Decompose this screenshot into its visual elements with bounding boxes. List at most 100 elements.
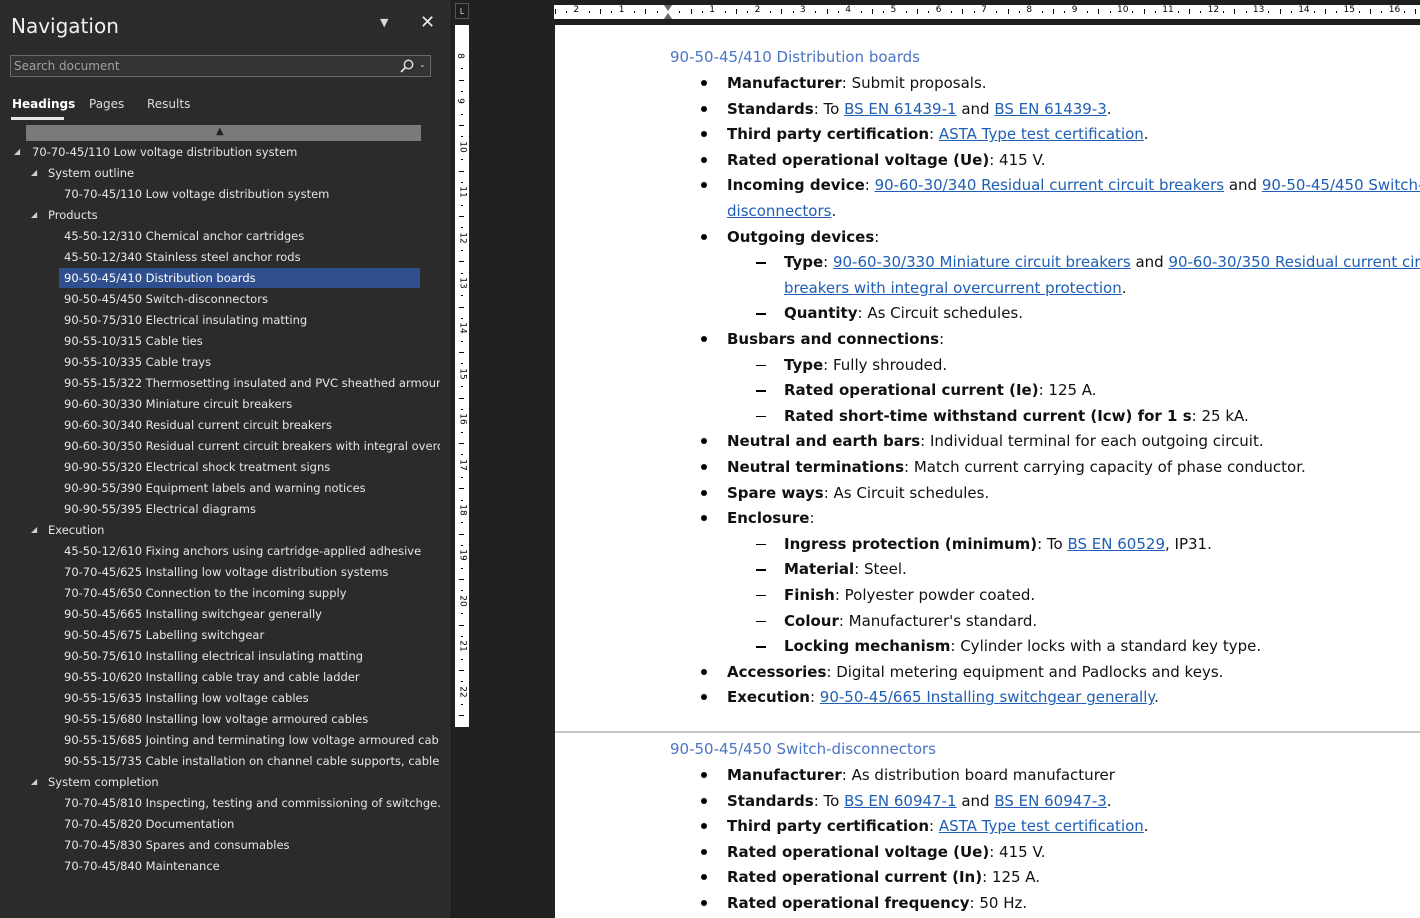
tree-item[interactable]: 70-70-45/650 Connection to the incoming … <box>0 583 440 603</box>
document-link[interactable]: disconnectors <box>727 202 831 220</box>
expand-collapse-icon[interactable]: ◢ <box>31 520 37 540</box>
list-item[interactable]: Third party certification: ASTA Type tes… <box>727 124 1149 144</box>
expand-collapse-icon[interactable]: ◢ <box>14 142 20 162</box>
tree-item[interactable]: 90-55-15/735 Cable installation on chann… <box>0 751 440 771</box>
vertical-ruler[interactable]: 8 9 10 11 12 13 14 15 16 17 18 19 20 21 22 <box>455 25 469 727</box>
document-link[interactable]: BS EN 60529 <box>1067 535 1165 553</box>
list-item[interactable]: Neutral and earth bars: Individual termi… <box>727 431 1264 451</box>
tree-item[interactable]: 70-70-45/820 Documentation <box>0 814 440 834</box>
tree-item[interactable]: 90-50-45/665 Installing switchgear gener… <box>0 604 440 624</box>
tree-item[interactable]: 90-50-45/675 Labelling switchgear <box>0 625 440 645</box>
search-icon[interactable] <box>399 58 415 74</box>
list-item[interactable]: Standards: To BS EN 60947-1 and BS EN 60… <box>727 791 1112 811</box>
scroll-to-top-button[interactable]: ▲ <box>26 125 421 141</box>
document-link[interactable]: 90-60-30/340 Residual current circuit br… <box>875 176 1225 194</box>
tree-item[interactable]: 90-55-15/635 Installing low voltage cabl… <box>0 688 440 708</box>
tree-item[interactable]: 70-70-45/810 Inspecting, testing and com… <box>0 793 440 813</box>
tree-group[interactable]: Execution ◢ <box>0 520 440 540</box>
section-heading[interactable]: 90-50-45/410 Distribution boards <box>670 48 920 66</box>
list-item[interactable]: Manufacturer: Submit proposals. <box>727 73 987 93</box>
tree-item[interactable]: 90-90-55/390 Equipment labels and warnin… <box>0 478 440 498</box>
tree-item[interactable]: 90-60-30/350 Residual current circuit br… <box>0 436 440 456</box>
list-item[interactable]: Third party certification: ASTA Type tes… <box>727 816 1149 836</box>
tab-headings[interactable]: Headings <box>12 97 75 111</box>
list-item[interactable]: Outgoing devices: <box>727 227 879 247</box>
document-link[interactable]: BS EN 61439-3 <box>994 100 1106 118</box>
list-item[interactable]: Busbars and connections: <box>727 329 944 349</box>
tree-item[interactable]: 90-50-45/410 Distribution boards <box>59 268 420 288</box>
search-box[interactable]: ⌄ <box>10 55 431 77</box>
tree-item[interactable]: 90-90-55/395 Electrical diagrams <box>0 499 440 519</box>
list-item[interactable]: Locking mechanism: Cylinder locks with a… <box>784 636 1261 656</box>
expand-collapse-icon[interactable]: ◢ <box>31 772 37 792</box>
tree-item[interactable]: 90-55-10/335 Cable trays <box>0 352 440 372</box>
document-link[interactable]: ASTA Type test certification <box>939 817 1144 835</box>
list-item[interactable]: Rated short-time withstand current (Icw)… <box>784 406 1249 426</box>
search-options-chevron-down-icon[interactable]: ⌄ <box>419 60 426 69</box>
expand-collapse-icon[interactable]: ◢ <box>31 163 37 183</box>
tree-group[interactable]: 70-70-45/110 Low voltage distribution sy… <box>0 142 440 162</box>
tab-selector[interactable]: L <box>455 3 469 19</box>
tree-item[interactable]: 70-70-45/110 Low voltage distribution sy… <box>0 184 440 204</box>
list-item[interactable]: Rated operational frequency: 50 Hz. <box>727 893 1027 913</box>
tree-item[interactable]: 70-70-45/625 Installing low voltage dist… <box>0 562 440 582</box>
search-input[interactable] <box>14 58 394 74</box>
tree-item[interactable]: 90-60-30/340 Residual current circuit br… <box>0 415 440 435</box>
list-item[interactable]: Rated operational voltage (Ue): 415 V. <box>727 150 1046 170</box>
list-item[interactable]: Execution: 90-50-45/665 Installing switc… <box>727 687 1159 707</box>
pane-options-chevron-down-icon[interactable]: ▼ <box>380 16 388 29</box>
list-item[interactable]: Quantity: As Circuit schedules. <box>784 303 1023 323</box>
list-item[interactable]: Accessories: Digital metering equipment … <box>727 662 1223 682</box>
list-item[interactable]: Colour: Manufacturer's standard. <box>784 611 1037 631</box>
list-item[interactable]: Standards: To BS EN 61439-1 and BS EN 61… <box>727 99 1112 119</box>
tree-item[interactable]: 90-50-75/310 Electrical insulating matti… <box>0 310 440 330</box>
list-item[interactable]: Material: Steel. <box>784 559 907 579</box>
document-link[interactable]: 90-60-30/350 Residual current circuit <box>1168 253 1420 271</box>
list-item[interactable]: breakers with integral overcurrent prote… <box>784 278 1127 298</box>
tree-item[interactable]: 90-55-10/315 Cable ties <box>0 331 440 351</box>
tree-item[interactable]: 90-55-15/322 Thermosetting insulated and… <box>0 373 440 393</box>
section-heading[interactable]: 90-50-45/450 Switch-disconnectors <box>670 740 936 758</box>
list-item[interactable]: Rated operational current (In): 125 A. <box>727 867 1040 887</box>
tree-item[interactable]: 90-55-15/685 Jointing and terminating lo… <box>0 730 440 750</box>
document-link[interactable]: BS EN 61439-1 <box>844 100 956 118</box>
list-item[interactable]: Manufacturer: As distribution board manu… <box>727 765 1115 785</box>
list-item[interactable]: Spare ways: As Circuit schedules. <box>727 483 989 503</box>
list-item[interactable]: Rated operational voltage (Ue): 415 V. <box>727 842 1046 862</box>
tree-item[interactable]: 70-70-45/840 Maintenance <box>0 856 440 876</box>
tab-pages[interactable]: Pages <box>89 97 124 111</box>
tree-item[interactable]: 45-50-12/310 Chemical anchor cartridges <box>0 226 440 246</box>
list-item[interactable]: Rated operational current (Ie): 125 A. <box>784 380 1097 400</box>
document-link[interactable]: ASTA Type test certification <box>939 125 1144 143</box>
tree-item[interactable]: 45-50-12/610 Fixing anchors using cartri… <box>0 541 440 561</box>
tree-group[interactable]: Products ◢ <box>0 205 440 225</box>
tree-item[interactable]: 90-50-75/610 Installing electrical insul… <box>0 646 440 666</box>
list-item[interactable]: Finish: Polyester powder coated. <box>784 585 1035 605</box>
list-item[interactable]: Neutral terminations: Match current carr… <box>727 457 1306 477</box>
document-link[interactable]: BS EN 60947-1 <box>844 792 956 810</box>
tree-item[interactable]: 90-55-10/620 Installing cable tray and c… <box>0 667 440 687</box>
list-item[interactable]: Type: Fully shrouded. <box>784 355 947 375</box>
expand-collapse-icon[interactable]: ◢ <box>31 205 37 225</box>
list-item[interactable]: Incoming device: 90-60-30/340 Residual c… <box>727 175 1420 195</box>
tree-item[interactable]: 45-50-12/340 Stainless steel anchor rods <box>0 247 440 267</box>
horizontal-ruler[interactable]: 2 1 1 2 3 4 5 6 7 8 9 10 11 12 13 14 15 16 <box>554 0 1420 25</box>
tree-group[interactable]: System completion ◢ <box>0 772 440 792</box>
tree-item[interactable]: 90-55-15/680 Installing low voltage armo… <box>0 709 440 729</box>
document-link[interactable]: 90-50-45/450 Switch- <box>1262 176 1420 194</box>
document-page[interactable]: 90-50-45/410 Distribution boards Manufact… <box>555 25 1420 918</box>
list-item[interactable]: Type: 90-60-30/330 Miniature circuit bre… <box>784 252 1420 272</box>
list-item[interactable]: Ingress protection (minimum): To BS EN 6… <box>784 534 1212 554</box>
indent-marker[interactable] <box>664 13 672 19</box>
tree-item[interactable]: 90-90-55/320 Electrical shock treatment … <box>0 457 440 477</box>
list-item[interactable]: Enclosure: <box>727 508 815 528</box>
indent-marker[interactable] <box>664 5 672 11</box>
tree-item[interactable]: 70-70-45/830 Spares and consumables <box>0 835 440 855</box>
document-link[interactable]: 90-60-30/330 Miniature circuit breakers <box>833 253 1131 271</box>
document-link[interactable]: 90-50-45/665 Installing switchgear gener… <box>820 688 1154 706</box>
tree-item[interactable]: 90-50-45/450 Switch-disconnectors <box>0 289 440 309</box>
tree-item[interactable]: 90-60-30/330 Miniature circuit breakers <box>0 394 440 414</box>
tab-results[interactable]: Results <box>147 97 190 111</box>
document-link[interactable]: breakers with integral overcurrent prote… <box>784 279 1122 297</box>
tree-group[interactable]: System outline ◢ <box>0 163 440 183</box>
